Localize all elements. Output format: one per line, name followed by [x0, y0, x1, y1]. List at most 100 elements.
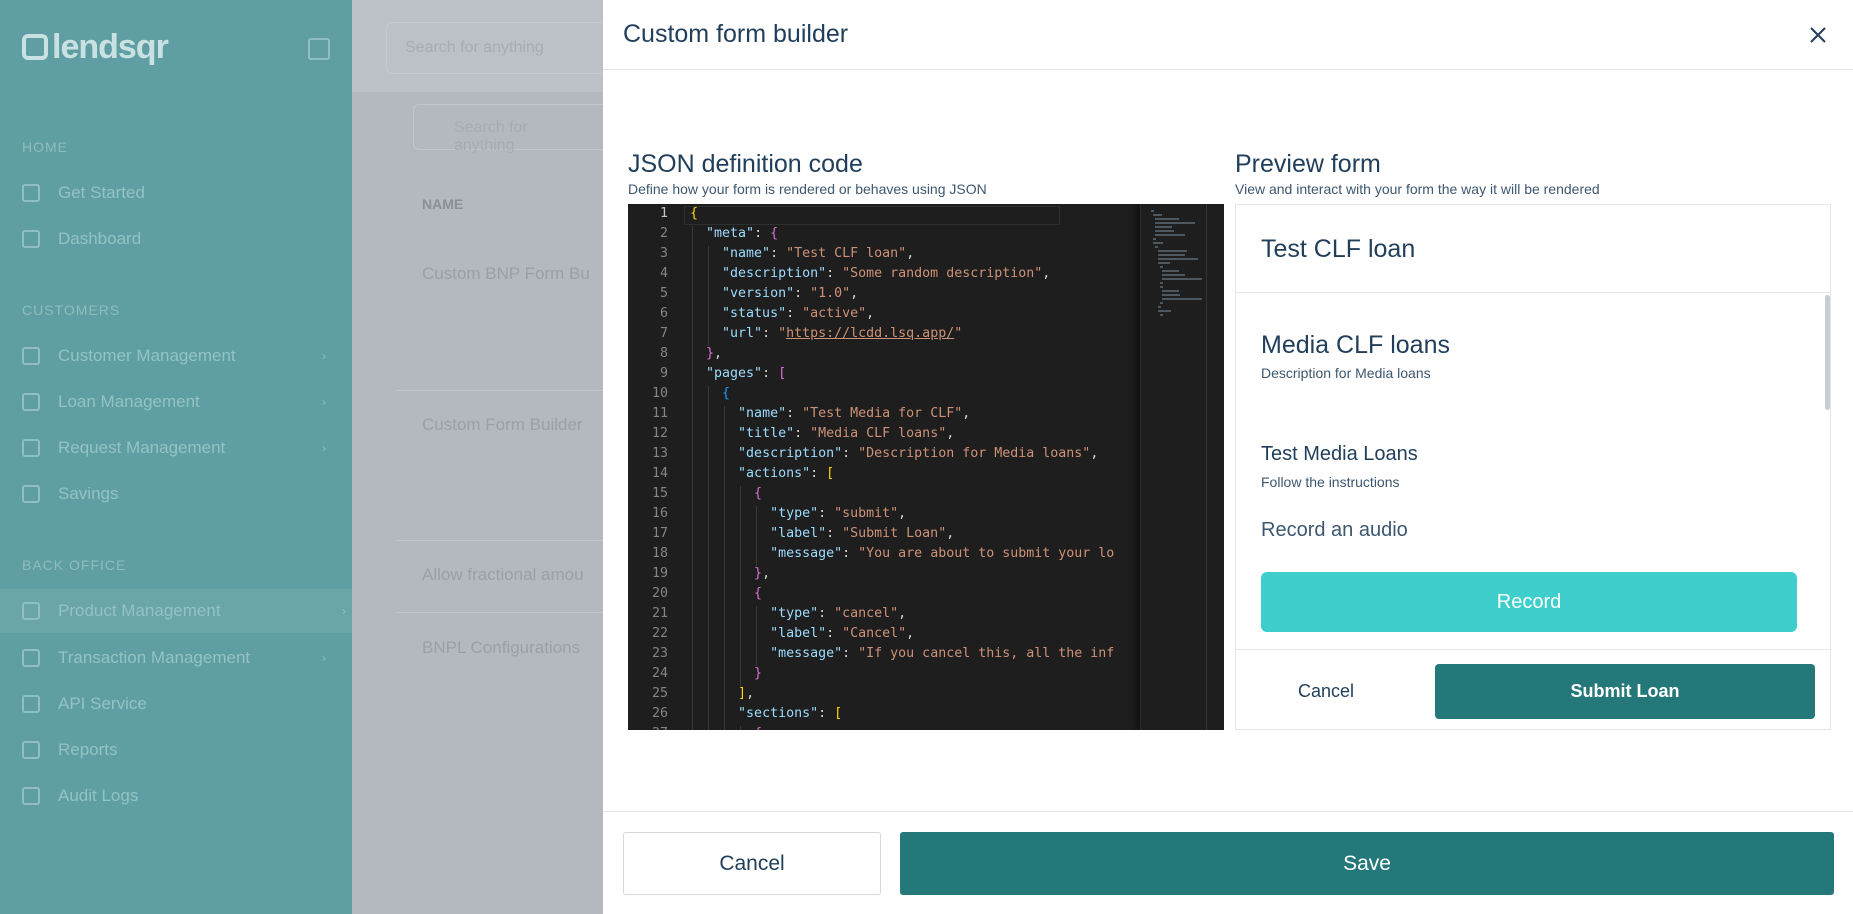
sidebar-item-label: Product Management [58, 601, 221, 620]
preview-form: Test CLF loan Media CLF loans Descriptio… [1235, 204, 1831, 730]
preview-section-title: Test Media Loans [1261, 443, 1418, 465]
minimap-line [1157, 258, 1198, 260]
code-line[interactable]: "message": "If you cancel this, all the … [690, 646, 1114, 661]
close-icon[interactable] [1803, 20, 1833, 50]
rocket-icon [22, 184, 40, 202]
code-line[interactable]: "label": "Submit Loan", [690, 526, 954, 541]
chevron-right-icon: › [342, 604, 346, 618]
code-line[interactable]: "meta": { [690, 226, 778, 241]
brand-logo: lendsqr [22, 28, 169, 67]
product-icon [22, 602, 40, 620]
preview-form-body[interactable]: Media CLF loans Description for Media lo… [1236, 293, 1830, 649]
line-number: 2 [659, 226, 668, 241]
code-line[interactable]: { [690, 386, 730, 401]
sidebar-item-request-management[interactable]: Request Management › [22, 433, 332, 463]
table-row[interactable]: Allow fractional amou [422, 565, 584, 585]
code-line[interactable]: "message": "You are about to submit your… [690, 546, 1114, 561]
table-header-name[interactable]: NAME [422, 196, 463, 212]
sidebar-item-transaction-management[interactable]: Transaction Management › [22, 643, 332, 673]
sidebar-item-reports[interactable]: Reports [22, 735, 332, 765]
sidebar-item-label: Customer Management [58, 346, 236, 365]
minimap-line [1153, 238, 1157, 240]
minimap-line [1155, 230, 1175, 232]
sidebar-item-audit-logs[interactable]: Audit Logs [22, 781, 332, 811]
code-line[interactable]: "actions": [ [690, 466, 834, 481]
minimap-line [1157, 306, 1161, 308]
minimap-line [1159, 314, 1163, 316]
json-code-editor[interactable]: 1 2 3 4 5 6 7 8 9 10 11 12 13 14 15 16 17 18 19 20 21 22 23 24 2… [628, 204, 1224, 730]
code-line[interactable]: "title": "Media CLF loans", [690, 426, 954, 441]
code-line[interactable]: "name": "Test Media for CLF", [690, 406, 970, 421]
report-icon [22, 741, 40, 759]
table-search-input[interactable]: Search for anything [413, 104, 613, 154]
line-number: 20 [651, 586, 668, 601]
modal-header: Custom form builder [603, 0, 1853, 70]
code-line[interactable]: "description": "Description for Media lo… [690, 446, 1098, 461]
code-line[interactable]: "description": "Some random description"… [690, 266, 1050, 281]
code-line[interactable]: "label": "Cancel", [690, 626, 914, 641]
editor-scrollbar[interactable] [1206, 204, 1224, 730]
sidebar-item-label: Get Started [58, 183, 145, 202]
code-line[interactable]: { [690, 726, 762, 730]
preview-scrollbar[interactable] [1825, 295, 1830, 410]
line-number: 22 [651, 626, 668, 641]
line-number: 25 [651, 686, 668, 701]
line-number: 14 [651, 466, 668, 481]
row-divider [396, 612, 606, 613]
sidebar-item-product-management[interactable]: Product Management › [0, 589, 352, 633]
code-line[interactable]: } [690, 666, 762, 681]
line-number: 24 [651, 666, 668, 681]
save-button[interactable]: Save [900, 832, 1834, 895]
sidebar-item-get-started[interactable]: Get Started [22, 178, 332, 208]
code-line[interactable]: { [690, 486, 762, 501]
code-line[interactable]: ], [690, 686, 754, 701]
line-number: 23 [651, 646, 668, 661]
code-line[interactable]: }, [690, 346, 722, 361]
minimap-line [1155, 246, 1159, 248]
code-line[interactable]: }, [690, 566, 770, 581]
chevron-right-icon: › [322, 441, 326, 455]
nav-section-customers: CUSTOMERS [22, 302, 121, 318]
table-row[interactable]: BNPL Configurations [422, 638, 580, 658]
minimap-line [1162, 298, 1202, 300]
nav-section-home: HOME [22, 139, 68, 155]
code-line[interactable]: "pages": [ [690, 366, 786, 381]
chevron-right-icon: › [322, 651, 326, 665]
preview-cancel-button[interactable]: Cancel [1256, 664, 1396, 718]
table-row[interactable]: Custom Form Builder [422, 415, 583, 435]
chevron-right-icon: › [322, 349, 326, 363]
preview-submit-loan-button[interactable]: Submit Loan [1435, 664, 1815, 719]
sidebar-item-loan-management[interactable]: Loan Management › [22, 387, 332, 417]
line-number: 8 [659, 346, 668, 361]
modal-footer: Cancel Save [603, 811, 1853, 914]
minimap-line [1157, 310, 1171, 312]
record-button[interactable]: Record [1261, 572, 1797, 632]
minimap-line [1157, 262, 1170, 264]
code-line[interactable]: "status": "active", [690, 306, 874, 321]
line-number: 3 [659, 246, 668, 261]
code-line[interactable]: "url": "https://lcdd.lsq.app/" [690, 326, 962, 341]
sidebar-collapse-icon[interactable] [308, 38, 330, 60]
code-line[interactable]: { [690, 586, 762, 601]
logo-mark-icon [22, 34, 48, 60]
minimap-line [1159, 286, 1163, 288]
sidebar-item-label: Savings [58, 484, 119, 503]
line-number: 7 [659, 326, 668, 341]
cancel-button[interactable]: Cancel [623, 832, 881, 895]
code-line[interactable]: "name": "Test CLF loan", [690, 246, 914, 261]
code-line[interactable]: "sections": [ [690, 706, 842, 721]
editor-minimap[interactable] [1140, 204, 1206, 730]
sidebar-item-api-service[interactable]: API Service [22, 689, 332, 719]
sidebar-item-dashboard[interactable]: Dashboard [22, 224, 332, 254]
code-line[interactable]: "version": "1.0", [690, 286, 858, 301]
sidebar-item-savings[interactable]: Savings [22, 479, 332, 509]
chart-icon [22, 439, 40, 457]
code-line[interactable]: "type": "cancel", [690, 606, 906, 621]
code-line[interactable]: "type": "submit", [690, 506, 906, 521]
sidebar-item-customer-management[interactable]: Customer Management › [22, 341, 332, 371]
code-line[interactable]: { [690, 206, 698, 221]
line-number: 15 [651, 486, 668, 501]
preview-form-footer: Cancel Submit Loan [1236, 649, 1830, 729]
minimap-line [1159, 302, 1163, 304]
table-row[interactable]: Custom BNP Form Bu [422, 264, 590, 284]
